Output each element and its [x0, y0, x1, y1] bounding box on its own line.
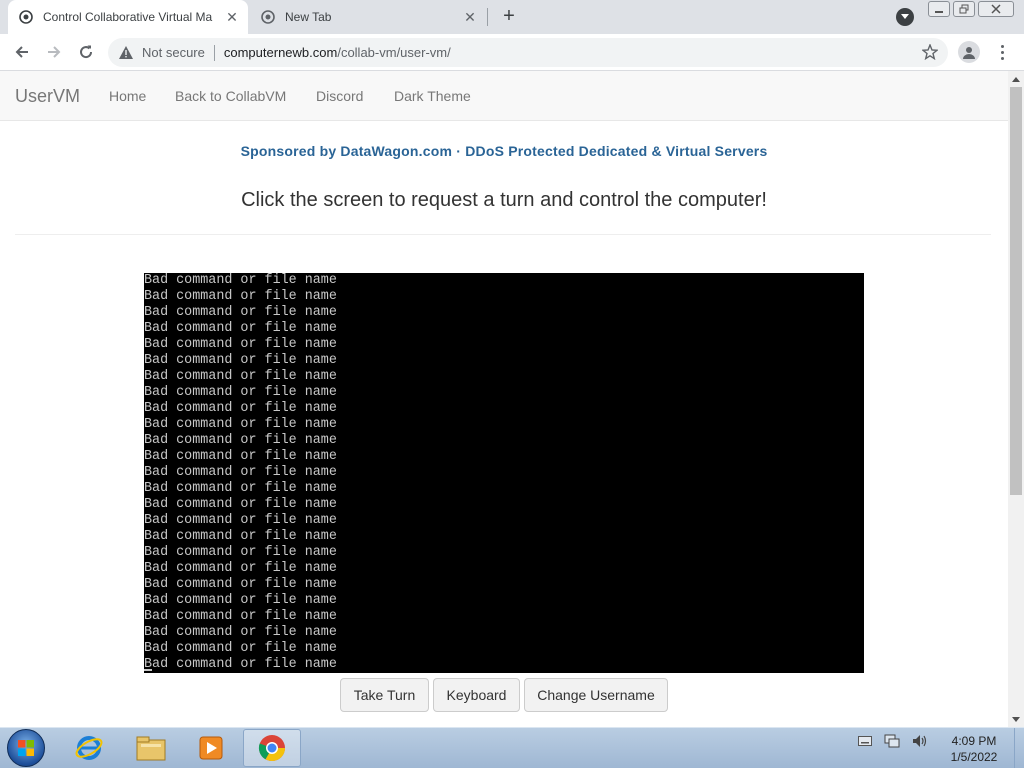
system-clock[interactable]: 4:09 PM 1/5/2022: [940, 733, 1008, 765]
keyboard-icon[interactable]: [858, 736, 872, 746]
address-bar[interactable]: Not secure computernewb.com/collab-vm/us…: [108, 38, 948, 67]
terminal-line: Bad command or file name: [144, 609, 337, 624]
media-player-icon[interactable]: [182, 729, 240, 767]
page-headline: Click the screen to request a turn and c…: [241, 189, 767, 211]
windows-logo-icon: [18, 740, 34, 756]
site-navbar: UserVM Home Back to CollabVM Discord Dar…: [0, 71, 1008, 121]
restore-button[interactable]: [953, 1, 975, 17]
security-label: Not secure: [142, 45, 205, 60]
forward-button[interactable]: [42, 40, 66, 64]
nav-link-back-to-collabvm[interactable]: Back to CollabVM: [175, 88, 286, 104]
file-explorer-icon[interactable]: [122, 729, 180, 767]
profile-avatar-icon[interactable]: [958, 41, 980, 63]
chrome-favicon-icon: [260, 9, 276, 25]
terminal-line: Bad command or file name: [144, 625, 337, 640]
terminal-line: Bad command or file name: [144, 561, 337, 576]
page-scrollbar[interactable]: [1008, 71, 1024, 727]
omnibox-divider: [213, 44, 215, 61]
browser-tab-active[interactable]: Control Collaborative Virtual Ma ✕: [8, 0, 248, 34]
tab-divider: [487, 8, 488, 26]
terminal-line: Bad command or file name: [144, 433, 337, 448]
bookmark-star-icon[interactable]: [920, 42, 940, 62]
url-text: computernewb.com/collab-vm/user-vm/: [224, 45, 451, 60]
brand-link[interactable]: UserVM: [15, 86, 80, 107]
take-turn-button[interactable]: Take Turn: [340, 678, 429, 712]
internet-explorer-icon[interactable]: [60, 729, 118, 767]
system-tray: [858, 734, 928, 748]
reload-button[interactable]: [74, 40, 98, 64]
page-viewport: UserVM Home Back to CollabVM Discord Dar…: [0, 71, 1008, 727]
tab-title: Control Collaborative Virtual Ma: [43, 10, 213, 24]
terminal-line: Bad command or file name: [144, 417, 337, 432]
nav-link-discord[interactable]: Discord: [316, 88, 363, 104]
warning-icon[interactable]: [118, 45, 134, 61]
terminal-line: Bad command or file name: [144, 401, 337, 416]
clock-date: 1/5/2022: [950, 750, 998, 764]
terminal-line: Bad command or file name: [144, 337, 337, 352]
terminal-line: Bad command or file name: [144, 641, 337, 656]
terminal-line: Bad command or file name: [144, 449, 337, 464]
terminal-line: Bad command or file name: [144, 529, 337, 544]
nav-link-dark-theme[interactable]: Dark Theme: [394, 88, 471, 104]
volume-icon[interactable]: [912, 734, 928, 748]
divider: [15, 234, 991, 235]
sponsor-link[interactable]: Sponsored by DataWagon.com · DDoS Protec…: [0, 143, 1008, 159]
terminal-line: Bad command or file name: [144, 465, 337, 480]
collabvm-favicon-icon: [18, 9, 34, 25]
terminal-line: Bad command or file name: [144, 273, 337, 288]
network-icon[interactable]: [884, 734, 900, 748]
change-username-button[interactable]: Change Username: [524, 678, 668, 712]
terminal-line: Bad command or file name: [144, 497, 337, 512]
terminal-line: Bad command or file name: [144, 385, 337, 400]
tab-search-button[interactable]: [896, 8, 914, 26]
windows-taskbar: 4:09 PM 1/5/2022: [0, 727, 1024, 768]
clock-time: 4:09 PM: [951, 734, 997, 748]
url-path: /collab-vm/user-vm/: [337, 45, 451, 60]
terminal-line: Bad command or file name: [144, 593, 337, 608]
keyboard-button[interactable]: Keyboard: [433, 678, 520, 712]
terminal-line: Bad command or file name: [144, 545, 337, 560]
terminal-line: Bad command or file name: [144, 305, 337, 320]
browser-tab-new[interactable]: New Tab ✕: [252, 0, 486, 34]
show-desktop-button[interactable]: [1014, 728, 1024, 768]
scrollbar-thumb[interactable]: [1010, 87, 1022, 495]
url-host: computernewb.com: [223, 45, 338, 60]
terminal-line: Bad command or file name: [144, 289, 337, 304]
text-cursor: [144, 669, 152, 671]
browser-tab-strip: Control Collaborative Virtual Ma ✕ New T…: [0, 0, 1024, 34]
terminal-line: Bad command or file name: [144, 481, 337, 496]
tab-close-icon[interactable]: ✕: [462, 9, 478, 25]
browser-toolbar: Not secure computernewb.com/collab-vm/us…: [0, 34, 1024, 71]
scroll-down-arrow-icon[interactable]: [1008, 711, 1024, 727]
terminal-line: Bad command or file name: [144, 321, 337, 336]
vm-screen[interactable]: Bad command or file name Bad command or f…: [144, 273, 864, 673]
chrome-icon[interactable]: [243, 729, 301, 767]
back-button[interactable]: [10, 40, 34, 64]
new-tab-button[interactable]: +: [498, 5, 520, 27]
close-window-button[interactable]: [978, 1, 1014, 17]
scroll-up-arrow-icon[interactable]: [1008, 71, 1024, 87]
tab-title: New Tab: [285, 10, 332, 24]
start-button[interactable]: [7, 729, 45, 767]
terminal-line: Bad command or file name: [144, 369, 337, 384]
tab-close-icon[interactable]: ✕: [224, 9, 240, 25]
minimize-button[interactable]: [928, 1, 950, 17]
terminal-line: Bad command or file name: [144, 657, 337, 672]
terminal-line: Bad command or file name: [144, 577, 337, 592]
browser-menu-icon[interactable]: [994, 41, 1010, 63]
terminal-line: Bad command or file name: [144, 513, 337, 528]
terminal-line: Bad command or file name: [144, 353, 337, 368]
nav-link-home[interactable]: Home: [109, 88, 146, 104]
